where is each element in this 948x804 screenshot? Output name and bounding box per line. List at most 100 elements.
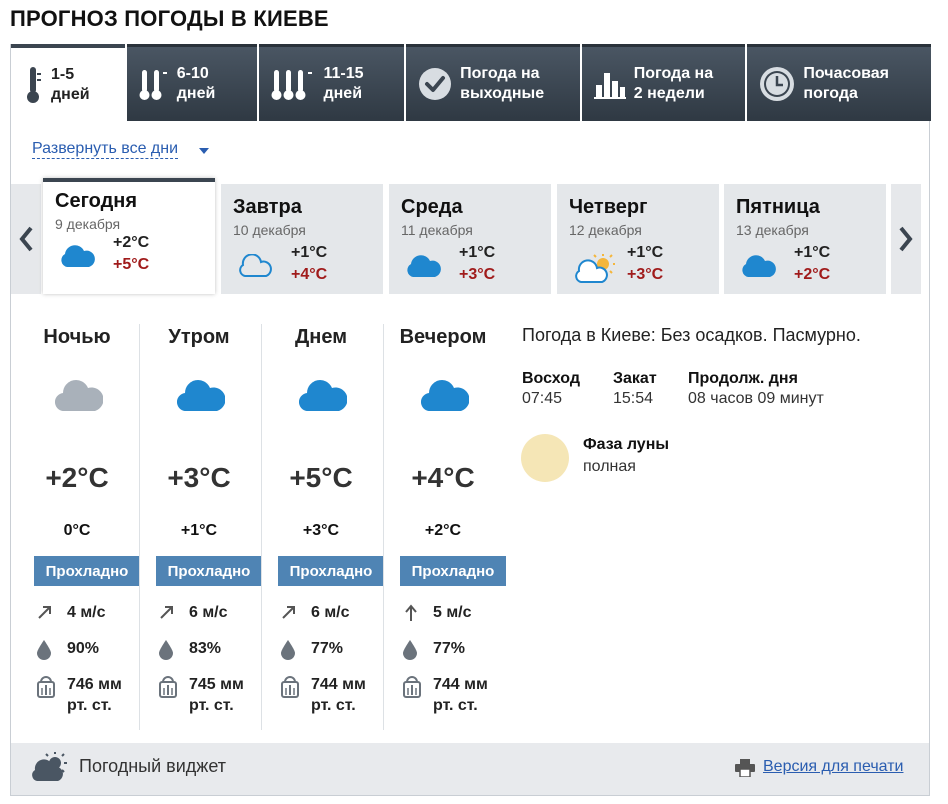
period-name: Днем: [295, 326, 347, 348]
humidity-value: 77%: [311, 640, 344, 657]
day-temp-min: +1°C: [459, 244, 496, 261]
sunset-label: Закат: [613, 370, 657, 387]
sun-cloud-icon: [573, 254, 619, 289]
day-temp-min: +1°C: [627, 244, 664, 261]
pressure-value: 744 мм рт. ст.: [311, 676, 366, 714]
wind-speed: 5 м/с: [433, 604, 472, 621]
page-title: ПРОГНОЗ ПОГОДЫ В КИЕВЕ: [10, 6, 329, 31]
period-name: Утром: [168, 326, 230, 348]
period-temperature: +5°C: [289, 462, 353, 493]
chevron-right-icon: [899, 226, 913, 252]
wind-row: 4 м/с: [37, 602, 106, 623]
day-temp-min: +1°C: [794, 244, 831, 261]
sun-cloud-icon: [31, 751, 71, 788]
droplet-icon: [403, 638, 433, 660]
moon-phase-value: полная: [583, 458, 636, 475]
period-night: Ночью +2°C 0°C Прохладно 4 м/с 90% 746 м…: [17, 324, 140, 734]
wind-northeast-icon: [159, 602, 189, 620]
day-date: 12 декабря: [569, 222, 642, 238]
day-name: Четверг: [569, 196, 648, 218]
period-morning: Утром +3°C +1°C Прохладно 6 м/с 83% 745 …: [139, 324, 262, 734]
period-name: Вечером: [399, 326, 487, 348]
tab-label: 6-10 дней: [176, 65, 216, 102]
comfort-badge: Прохладно: [156, 556, 262, 586]
forecast-widget: 1-5 дней 6-10 дней 11-15 дней Погода на …: [10, 44, 931, 796]
pressure-row: 744 мм рт. ст.: [403, 674, 488, 716]
day-card-today[interactable]: Сегодня 9 декабря +2°C +5°C: [43, 178, 215, 294]
tab-6-10-days[interactable]: 6-10 дней: [126, 44, 258, 121]
thermometer-icon: [23, 65, 43, 105]
tab-label: Погода на 2 недели: [633, 65, 714, 102]
wind-speed: 6 м/с: [189, 604, 228, 621]
forecast-tabs: 1-5 дней 6-10 дней 11-15 дней Погода на …: [11, 44, 931, 121]
barometer-icon: [159, 674, 189, 698]
cloud-icon: [405, 254, 441, 283]
day-temp-min: +1°C: [291, 244, 328, 261]
day-card-friday[interactable]: Пятница 13 декабря +1°C +2°C: [724, 184, 886, 294]
wind-row: 6 м/с: [159, 602, 228, 623]
cloud-icon: [59, 244, 95, 273]
tab-weekend-weather[interactable]: Погода на выходные: [406, 44, 580, 121]
pressure-value: 745 мм рт. ст.: [189, 676, 244, 714]
weather-summary: Погода в Киеве: Без осадков. Пасмурно.: [522, 325, 861, 345]
humidity-row: 77%: [281, 638, 343, 660]
expand-all-days-link[interactable]: Развернуть все дни: [32, 140, 179, 159]
moon-phase-label: Фаза луны: [583, 436, 670, 453]
humidity-value: 77%: [433, 640, 466, 657]
cloud-icon: [176, 378, 226, 417]
chevron-left-icon: [19, 226, 33, 252]
day-card-wednesday[interactable]: Среда 11 декабря +1°C +3°C: [389, 184, 551, 294]
day-card-thursday[interactable]: Четверг 12 декабря +1°C +3°C: [557, 184, 719, 294]
pressure-value: 744 мм рт. ст.: [433, 676, 488, 714]
period-feels-like: 0°C: [63, 522, 91, 539]
day-date: 9 декабря: [55, 216, 121, 232]
wind-north-icon: [403, 602, 433, 622]
humidity-value: 90%: [67, 640, 100, 657]
day-date: 13 декабря: [736, 222, 809, 238]
day-temp-max: +3°C: [459, 266, 496, 283]
tab-two-weeks[interactable]: Погода на 2 недели: [581, 44, 746, 121]
cloud-icon: [740, 254, 776, 283]
bar-chart-icon: [593, 69, 626, 99]
period-temperature: +3°C: [167, 462, 231, 493]
period-name: Ночью: [43, 326, 111, 348]
daylength-label: Продолж. дня: [688, 370, 798, 387]
weather-widget-link[interactable]: Погодный виджет: [79, 756, 226, 777]
day-temp-max: +2°C: [794, 266, 831, 283]
period-temperature: +2°C: [45, 462, 109, 493]
tab-11-15-days[interactable]: 11-15 дней: [259, 44, 405, 121]
printer-icon[interactable]: [735, 759, 755, 782]
period-feels-like: +2°C: [424, 522, 462, 539]
wind-row: 5 м/с: [403, 602, 472, 623]
clock-icon: [759, 66, 795, 102]
pressure-value: 746 мм рт. ст.: [67, 676, 122, 714]
period-feels-like: +3°C: [302, 522, 340, 539]
wind-speed: 4 м/с: [67, 604, 106, 621]
carousel-next-button[interactable]: [891, 184, 921, 294]
day-name: Завтра: [233, 196, 302, 218]
tab-1-5-days[interactable]: 1-5 дней: [11, 44, 125, 121]
tab-label: Почасовая погода: [803, 65, 889, 102]
wind-row: 6 м/с: [281, 602, 350, 623]
humidity-row: 90%: [37, 638, 99, 660]
chevron-down-icon[interactable]: [199, 148, 209, 154]
day-name: Среда: [401, 196, 463, 218]
checkmark-circle-icon: [418, 67, 452, 101]
day-date: 10 декабря: [233, 222, 306, 238]
print-version-link[interactable]: Версия для печати: [763, 758, 903, 776]
period-feels-like: +1°C: [180, 522, 218, 539]
barometer-icon: [281, 674, 311, 698]
period-day: Днем +5°C +3°C Прохладно 6 м/с 77% 744 м…: [261, 324, 384, 734]
carousel-prev-button[interactable]: [11, 184, 41, 294]
day-name: Сегодня: [55, 190, 138, 212]
day-date: 11 декабря: [401, 222, 473, 238]
barometer-icon: [37, 674, 67, 698]
day-card-tomorrow[interactable]: Завтра 10 декабря +1°C +4°C: [221, 184, 383, 294]
droplet-icon: [37, 638, 67, 660]
period-evening: Вечером +4°C +2°C Прохладно 5 м/с 77% 74…: [383, 324, 506, 734]
tab-label: Погода на выходные: [460, 65, 545, 102]
tab-hourly-weather[interactable]: Почасовая погода: [747, 44, 931, 121]
pressure-row: 744 мм рт. ст.: [281, 674, 366, 716]
barometer-icon: [403, 674, 433, 698]
three-thermometers-icon: [271, 66, 315, 102]
